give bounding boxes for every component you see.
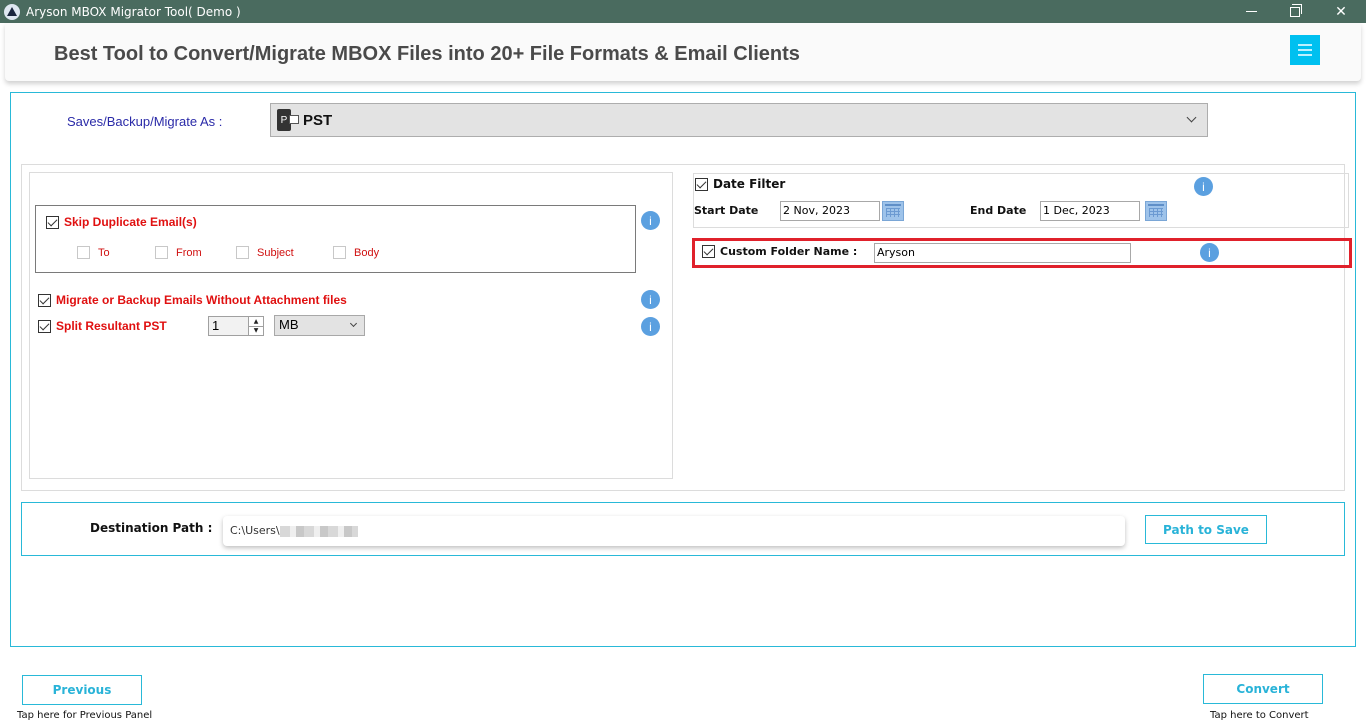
hamburger-line	[1298, 54, 1312, 56]
title-bar: Aryson MBOX Migrator Tool( Demo ) ✕	[0, 0, 1366, 23]
skip-duplicate-group: Skip Duplicate Email(s) i To From Subjec…	[35, 205, 660, 273]
custom-folder-checkbox[interactable]	[702, 245, 715, 258]
skip-duplicate-label: Skip Duplicate Email(s)	[64, 215, 197, 229]
redacted-path	[279, 525, 358, 537]
without-attachment-checkbox[interactable]	[38, 293, 51, 307]
spin-down-icon[interactable]: ▼	[249, 325, 263, 336]
destination-path-input[interactable]: C:\Users\	[223, 516, 1125, 546]
left-options-panel: Skip Duplicate Email(s) i To From Subjec…	[29, 172, 673, 479]
spin-up-icon[interactable]: ▲	[249, 317, 263, 326]
end-date-label: End Date	[970, 204, 1027, 217]
without-attachment-label: Migrate or Backup Emails Without Attachm…	[56, 293, 347, 307]
options-container: Skip Duplicate Email(s) i To From Subjec…	[21, 164, 1352, 491]
save-as-dropdown[interactable]: P PST	[270, 103, 1208, 137]
date-filter-info-icon[interactable]: i	[1194, 177, 1213, 196]
close-button[interactable]: ✕	[1318, 0, 1364, 23]
chevron-down-icon	[349, 319, 358, 328]
hamburger-line	[1298, 49, 1312, 51]
save-as-label: Saves/Backup/Migrate As :	[67, 114, 223, 129]
dup-from-checkbox[interactable]	[155, 246, 168, 259]
aryson-logo-icon	[4, 3, 20, 20]
convert-hint: Tap here to Convert	[1210, 710, 1309, 721]
path-to-save-button[interactable]: Path to Save	[1145, 515, 1267, 544]
destination-group: Destination Path : C:\Users\ Path to Sav…	[21, 502, 1345, 556]
dup-subject-label: Subject	[257, 246, 294, 259]
minimize-button[interactable]	[1228, 0, 1274, 23]
without-attachment-info-icon[interactable]: i	[641, 290, 660, 309]
date-filter-group: Date Filter Start Date 2 Nov, 2023 End D…	[693, 173, 1349, 228]
dup-body-label: Body	[354, 246, 380, 259]
destination-path-value: C:\Users\	[230, 524, 280, 537]
chevron-down-icon	[1186, 112, 1197, 123]
previous-button[interactable]: Previous	[22, 675, 142, 705]
dup-to-label: To	[98, 246, 110, 259]
dup-to-checkbox[interactable]	[77, 246, 90, 259]
dup-from-label: From	[176, 246, 202, 259]
save-as-selected-value: PST	[303, 111, 333, 129]
custom-folder-label: Custom Folder Name :	[720, 245, 858, 258]
minimize-icon	[1245, 11, 1257, 12]
dup-subject-checkbox[interactable]	[236, 246, 249, 259]
previous-hint: Tap here for Previous Panel	[17, 710, 153, 721]
window-title: Aryson MBOX Migrator Tool( Demo )	[26, 4, 241, 19]
split-pst-checkbox[interactable]	[38, 319, 51, 333]
header-banner: Best Tool to Convert/Migrate MBOX Files …	[5, 23, 1361, 81]
main-panel: Saves/Backup/Migrate As : P PST Skip Dup…	[10, 92, 1356, 647]
custom-folder-group: Custom Folder Name : Aryson i	[692, 238, 1352, 268]
hamburger-menu-icon	[1298, 44, 1312, 46]
start-calendar-icon[interactable]	[882, 201, 904, 221]
outlook-pst-icon: P	[277, 109, 299, 131]
skip-duplicate-checkbox[interactable]	[46, 215, 59, 229]
custom-folder-input[interactable]: Aryson	[874, 243, 1131, 263]
split-size-value[interactable]: 1	[209, 317, 248, 335]
page-headline: Best Tool to Convert/Migrate MBOX Files …	[54, 43, 800, 65]
skip-duplicate-info-icon[interactable]: i	[641, 211, 660, 230]
date-filter-checkbox[interactable]	[695, 177, 708, 191]
start-date-label: Start Date	[694, 204, 759, 217]
split-pst-info-icon[interactable]: i	[641, 317, 660, 336]
convert-button[interactable]: Convert	[1203, 674, 1323, 704]
close-icon: ✕	[1335, 3, 1347, 20]
dup-body-checkbox[interactable]	[333, 246, 346, 259]
restore-button[interactable]	[1272, 0, 1318, 23]
end-calendar-icon[interactable]	[1145, 201, 1167, 221]
split-pst-label: Split Resultant PST	[56, 319, 167, 333]
end-date-input[interactable]: 1 Dec, 2023	[1040, 201, 1140, 221]
date-filter-label: Date Filter	[713, 177, 786, 191]
restore-icon	[1290, 3, 1302, 17]
menu-button[interactable]	[1290, 35, 1320, 65]
destination-label: Destination Path :	[90, 521, 213, 535]
custom-folder-info-icon[interactable]: i	[1200, 243, 1219, 262]
split-unit-dropdown[interactable]: MB	[274, 315, 365, 336]
split-size-stepper[interactable]: 1 ▲ ▼	[208, 316, 264, 336]
envelope-icon	[289, 115, 299, 124]
start-date-input[interactable]: 2 Nov, 2023	[780, 201, 880, 221]
split-unit-value: MB	[279, 317, 299, 332]
